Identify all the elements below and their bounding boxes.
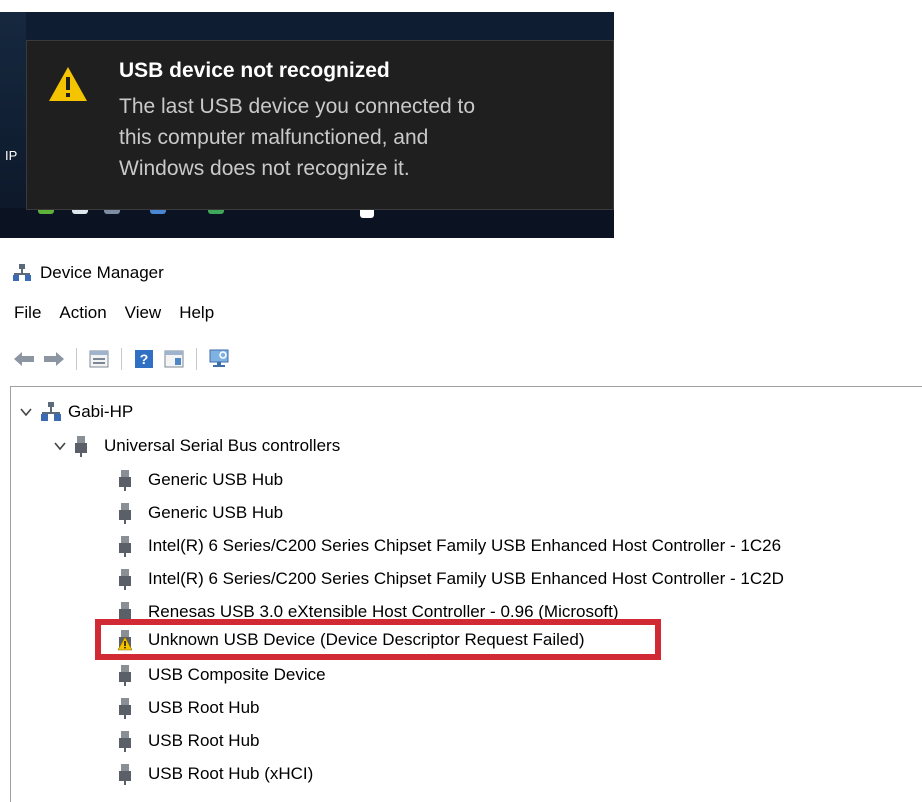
usb-plug-icon: [119, 569, 131, 590]
tree-item-device[interactable]: USB Root Hub (xHCI): [118, 759, 313, 789]
menu-bar: File Action View Help: [14, 303, 214, 323]
back-button[interactable]: [12, 348, 36, 370]
usb-plug-icon: [119, 536, 131, 557]
window-title-bar: Device Manager: [12, 260, 164, 286]
usb-plug-icon: [119, 665, 131, 686]
device-label: Generic USB Hub: [148, 503, 284, 522]
highlight-outline: [95, 619, 661, 660]
usb-plug-icon: [119, 731, 131, 752]
usb-plug-icon: [75, 436, 87, 457]
update-driver-button[interactable]: [162, 348, 186, 370]
device-label: USB Composite Device: [148, 665, 326, 684]
scan-hardware-icon: [209, 349, 229, 367]
toast-line: this computer malfunctioned, and: [119, 126, 429, 149]
toast-message: The last USB device you connected to thi…: [119, 91, 589, 184]
menu-file[interactable]: File: [14, 303, 41, 323]
tree-item-device[interactable]: USB Root Hub: [118, 693, 260, 723]
tree-node-computer[interactable]: Gabi-HP: [18, 397, 133, 427]
toolbar-separator: [196, 348, 197, 370]
usb-plug-icon: [119, 764, 131, 785]
tree-item-device[interactable]: Generic USB Hub: [118, 465, 283, 495]
forward-button[interactable]: [42, 348, 66, 370]
device-manager-icon: [13, 264, 31, 281]
tree-item-device[interactable]: USB Root Hub: [118, 726, 260, 756]
properties-button[interactable]: [87, 348, 111, 370]
window-title: Device Manager: [40, 263, 164, 282]
menu-view[interactable]: View: [125, 303, 162, 323]
desktop-text-fragment: IP: [5, 148, 18, 163]
device-label: USB Root Hub (xHCI): [148, 764, 314, 783]
usb-not-recognized-toast[interactable]: USB device not recognized The last USB d…: [26, 40, 614, 210]
chevron-down-icon[interactable]: [52, 438, 68, 454]
tree-item-device[interactable]: Intel(R) 6 Series/C200 Series Chipset Fa…: [118, 564, 784, 594]
help-button[interactable]: ?: [132, 348, 156, 370]
menu-action[interactable]: Action: [59, 303, 106, 323]
computer-icon: [41, 402, 61, 421]
help-icon: ?: [135, 350, 153, 368]
device-label: Intel(R) 6 Series/C200 Series Chipset Fa…: [148, 536, 782, 555]
update-driver-icon: [164, 350, 184, 368]
toast-line: The last USB device you connected to: [119, 95, 476, 118]
tree-node-usb-controllers[interactable]: Universal Serial Bus controllers: [52, 431, 340, 461]
tree-item-device[interactable]: USB Composite Device: [118, 660, 326, 690]
toast-title: USB device not recognized: [119, 59, 390, 82]
properties-icon: [89, 350, 109, 368]
category-label: Universal Serial Bus controllers: [104, 436, 341, 455]
device-label: Generic USB Hub: [148, 470, 284, 489]
usb-plug-icon: [119, 470, 131, 491]
taskbar: [0, 208, 614, 238]
device-label: USB Root Hub: [148, 698, 260, 717]
svg-text:?: ?: [140, 351, 149, 367]
device-label: Intel(R) 6 Series/C200 Series Chipset Fa…: [148, 569, 784, 588]
tree-item-device[interactable]: Intel(R) 6 Series/C200 Series Chipset Fa…: [118, 531, 781, 561]
chevron-down-icon[interactable]: [18, 404, 34, 420]
computer-name: Gabi-HP: [68, 402, 134, 421]
usb-plug-icon: [119, 698, 131, 719]
tree-item-device[interactable]: Generic USB Hub: [118, 498, 283, 528]
toast-line: Windows does not recognize it.: [119, 157, 410, 180]
device-label: USB Root Hub: [148, 731, 260, 750]
warning-icon: [49, 67, 87, 101]
usb-plug-icon: [119, 503, 131, 524]
scan-hardware-button[interactable]: [207, 348, 231, 370]
toolbar: ?: [12, 346, 231, 372]
desktop-edge: [0, 12, 26, 238]
back-arrow-icon: [14, 352, 34, 366]
toolbar-separator: [121, 348, 122, 370]
menu-help[interactable]: Help: [179, 303, 214, 323]
toolbar-separator: [76, 348, 77, 370]
forward-arrow-icon: [44, 352, 64, 366]
